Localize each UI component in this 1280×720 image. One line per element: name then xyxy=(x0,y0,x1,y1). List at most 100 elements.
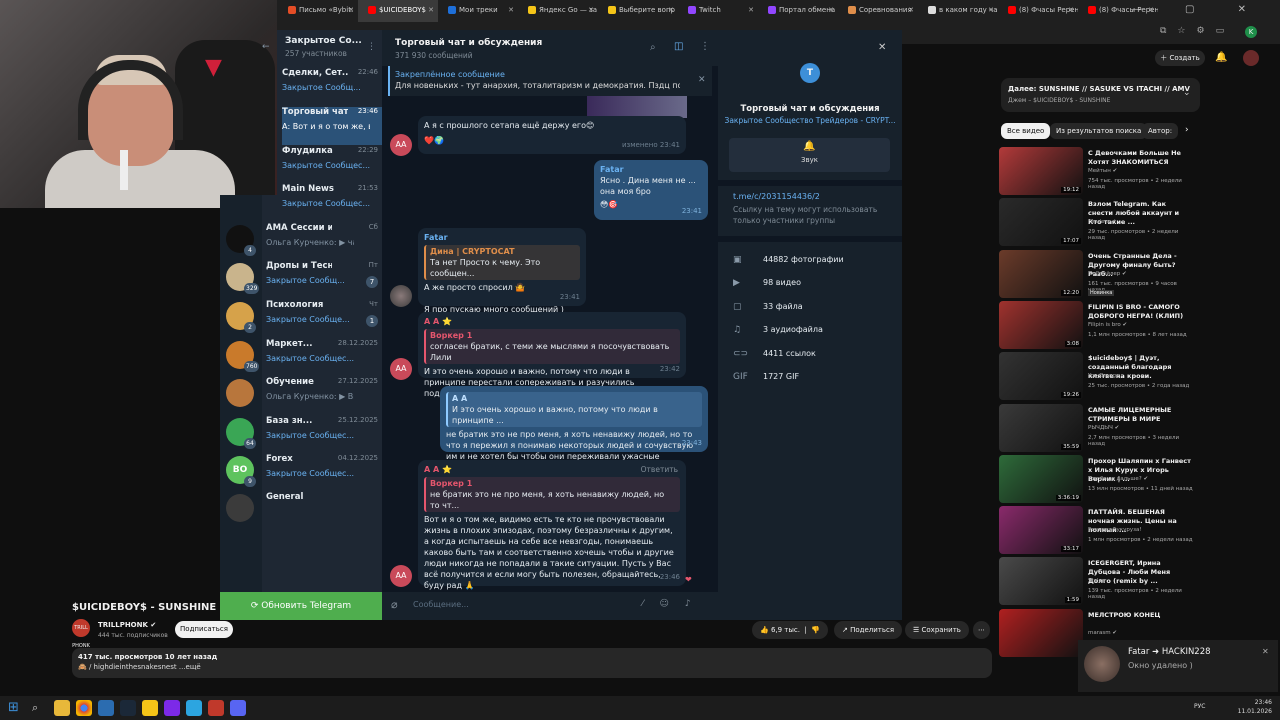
browser-toolbar-icons[interactable]: ⧉☆⚙▭ xyxy=(1160,26,1235,36)
clock[interactable]: 23:46 11.01.2026 xyxy=(1238,698,1272,716)
topic-link[interactable]: t.me/c/2031154436/2 xyxy=(733,192,820,201)
close-tab-icon[interactable]: ✕ xyxy=(668,6,674,14)
video-thumbnail[interactable]: 33:17 xyxy=(999,506,1083,555)
close-notification-icon[interactable]: ✕ xyxy=(1262,647,1269,656)
related-video[interactable]: 33:17 ПАТТАЙЯ. БЕШЕНАЯ ночная жизнь. Цены… xyxy=(999,506,1195,556)
profile-avatar[interactable]: K xyxy=(1245,26,1257,38)
chevron-right-icon[interactable]: › xyxy=(1185,125,1189,135)
channel-name[interactable]: TRILLPHONK ✔ xyxy=(98,621,156,629)
browser-tab[interactable]: Письмо «Bybit: ✕ xyxy=(278,0,358,22)
telegram-icon[interactable] xyxy=(186,700,202,716)
chat-list-item[interactable]: Сделки, Сет... 22:46 Закрытое Сообщ... xyxy=(282,68,382,106)
close-tab-icon[interactable]: ✕ xyxy=(348,6,354,14)
video-thumbnail[interactable]: 19:12 xyxy=(999,147,1083,195)
close-tab-icon[interactable]: ✕ xyxy=(748,6,754,14)
channel-avatar[interactable]: TRILL PHONK xyxy=(72,619,90,649)
user-avatar[interactable] xyxy=(1243,50,1259,66)
reply-quote[interactable]: Воркер 1 не братик это не про меня, я хот… xyxy=(424,477,680,512)
create-button[interactable]: ＋ Создать xyxy=(1155,50,1205,66)
related-video[interactable]: 35:59 САМЫЕ ЛИЦЕМЕРНЫЕ СТРИМЕРЫ В МИРЕ РЫЧ… xyxy=(999,403,1195,454)
message-bubble[interactable]: А А ⭐ Ответить Воркер 1 не братик это не … xyxy=(418,460,686,603)
chat-title[interactable]: Торговый чат и обсуждения xyxy=(395,38,542,48)
search-icon[interactable]: ⌕ xyxy=(650,42,656,53)
chat-list-item[interactable]: Флудилка 22:29 Закрытое Сообщес... xyxy=(282,146,382,184)
video-thumbnail[interactable]: 3:08 xyxy=(999,300,1083,349)
related-video[interactable]: 3:36:19 Прохор Шаляпин x Ганвест x Илья К… xyxy=(999,454,1195,505)
app-icon-4[interactable] xyxy=(208,700,224,716)
message-input[interactable]: Сообщение... xyxy=(413,600,469,609)
window-controls[interactable]: — ▢ ✕ xyxy=(1132,4,1266,15)
message-bubble-own[interactable]: Fatar Ясно . Дина меня не ... она моя бр… xyxy=(594,160,708,220)
chat-list-item[interactable]: Дропы и Тесне... Пт Закрытое Сообщ... 7 xyxy=(266,261,382,299)
chat-list-item[interactable]: Main News 21:53 Закрытое Сообщес... xyxy=(282,184,382,222)
more-icon[interactable]: ⋮ xyxy=(700,41,710,52)
chat-avatar[interactable] xyxy=(226,379,254,407)
reply-quote[interactable]: Дина | CRYPTOCAT Та нет Просто к чему. Эт… xyxy=(424,245,580,280)
video-thumbnail[interactable] xyxy=(999,608,1083,657)
video-thumbnail[interactable]: 35:59 xyxy=(999,403,1083,452)
user-avatar-fatar[interactable] xyxy=(390,285,412,307)
back-arrow-icon[interactable]: ← xyxy=(262,42,270,52)
media-stat-row[interactable]: ▣ 44882 фотографии xyxy=(733,255,844,265)
message-bubble-own[interactable]: А А И это очень хорошо и важно, потому чт… xyxy=(440,386,708,472)
video-thumbnail[interactable]: 1:59 xyxy=(999,557,1083,606)
search-icon[interactable]: ⌕ xyxy=(32,700,48,716)
related-video[interactable]: 17:07 Взлом Telegram. Как снести любой ак… xyxy=(999,198,1195,248)
chat-list-item[interactable]: Forex 04.12.2025 Закрытое Сообщес... xyxy=(266,454,382,492)
browser-tab[interactable]: Портал обмена ✕ xyxy=(758,0,838,22)
related-video[interactable]: 12:20 Очень Странные Дела - Другому финал… xyxy=(999,249,1195,300)
close-tab-icon[interactable]: ✕ xyxy=(1068,6,1074,14)
chat-list-item[interactable]: Психология Чт Закрытое Сообще... 1 xyxy=(266,300,382,338)
share-button[interactable]: ↗ Поделиться xyxy=(834,621,903,639)
chat-list-item[interactable]: База зн... 25.12.2025 Закрытое Сообщес... xyxy=(266,416,382,454)
app-icon-2[interactable] xyxy=(142,700,158,716)
media-stat-row[interactable]: ♫ 3 аудиофайла xyxy=(733,325,823,335)
browser-tab[interactable]: Twitch ✕ xyxy=(678,0,758,22)
browser-tab[interactable]: (8) Фчасы Ререн ✕ xyxy=(998,0,1078,22)
steam-icon[interactable] xyxy=(120,700,136,716)
chip-all[interactable]: Все видео xyxy=(1001,123,1051,139)
browser-tab[interactable]: $UICIDEBOY$ ✕ xyxy=(358,0,438,22)
browser-tab[interactable]: Яндекс Go — за ✕ xyxy=(518,0,598,22)
chat-list-item[interactable]: AMA Сессии и ... Сб Ольга Курченко: ▶ чат.… xyxy=(266,223,382,261)
media-stat-row[interactable]: ▶ 98 видео xyxy=(733,278,801,288)
composer-icons[interactable]: ⁄☺♪ xyxy=(642,599,707,609)
chip-author[interactable]: Автор: xyxy=(1142,123,1179,139)
related-video[interactable]: 3:08 FILIPIN IS BRO - САМОГО ДОБРОГО НЕГР… xyxy=(999,300,1195,351)
update-telegram-button[interactable]: ⟳ Обновить Telegram xyxy=(220,592,382,620)
chat-avatar[interactable] xyxy=(226,494,254,522)
video-thumbnail[interactable]: 3:36:19 xyxy=(999,454,1083,503)
chrome-icon[interactable] xyxy=(76,700,92,716)
close-tab-icon[interactable]: ✕ xyxy=(988,6,994,14)
media-stat-row[interactable]: ⊂⊃ 4411 ссылок xyxy=(733,349,816,359)
user-avatar-aa[interactable]: АА xyxy=(390,565,412,587)
chat-list-item[interactable]: General xyxy=(266,492,382,530)
sidebar-toggle-icon[interactable]: ◫ xyxy=(674,41,683,52)
related-video[interactable]: 19:26 $uicideboy$ | Дуэт, созданный благо… xyxy=(999,352,1195,402)
message-bubble[interactable]: А я с прошлого сетапа ещё держу его😊 ❤️🌍… xyxy=(418,116,686,154)
close-tab-icon[interactable]: ✕ xyxy=(588,6,594,14)
close-tab-icon[interactable]: ✕ xyxy=(428,6,434,14)
close-tab-icon[interactable]: ✕ xyxy=(508,6,514,14)
reply-quote[interactable]: Воркер 1 согласен братик, с теми же мысля… xyxy=(424,329,680,364)
app-icon-3[interactable] xyxy=(164,700,180,716)
close-tab-icon[interactable]: ✕ xyxy=(908,6,914,14)
image-preview[interactable] xyxy=(587,96,687,118)
chat-list-item[interactable]: Торговый чат и... 23:46 А: Вот и я о том ж… xyxy=(282,107,382,145)
discord-icon[interactable] xyxy=(230,700,246,716)
windows-start-icon[interactable]: ⊞ xyxy=(8,700,24,716)
heart-reaction-icon[interactable]: ❤ xyxy=(685,575,692,584)
media-stat-row[interactable]: ▢ 33 файла xyxy=(733,302,803,312)
media-stat-row[interactable]: GIF 1727 GIF xyxy=(733,372,799,382)
attach-icon[interactable]: ⌀ xyxy=(391,598,398,611)
app-icon-1[interactable] xyxy=(98,700,114,716)
like-button[interactable]: 👍 6,9 тыс. | 👎 xyxy=(752,621,828,639)
chevron-down-icon[interactable]: ⌄ xyxy=(1183,88,1191,98)
browser-tab[interactable]: Выберите вопр ✕ xyxy=(598,0,678,22)
user-avatar-aa[interactable]: АА xyxy=(390,358,412,380)
reply-action[interactable]: Ответить xyxy=(641,464,678,475)
message-bubble[interactable]: А А ⭐ Воркер 1 согласен братик, с теми же… xyxy=(418,312,686,398)
browser-tab[interactable]: Соревнования ✕ xyxy=(838,0,918,22)
chat-list-item[interactable]: Обучение 27.12.2025 Ольга Курченко: ▶ Ви..… xyxy=(266,377,382,415)
chat-list-item[interactable]: Маркет... 28.12.2025 Закрытое Сообщес... xyxy=(266,339,382,377)
